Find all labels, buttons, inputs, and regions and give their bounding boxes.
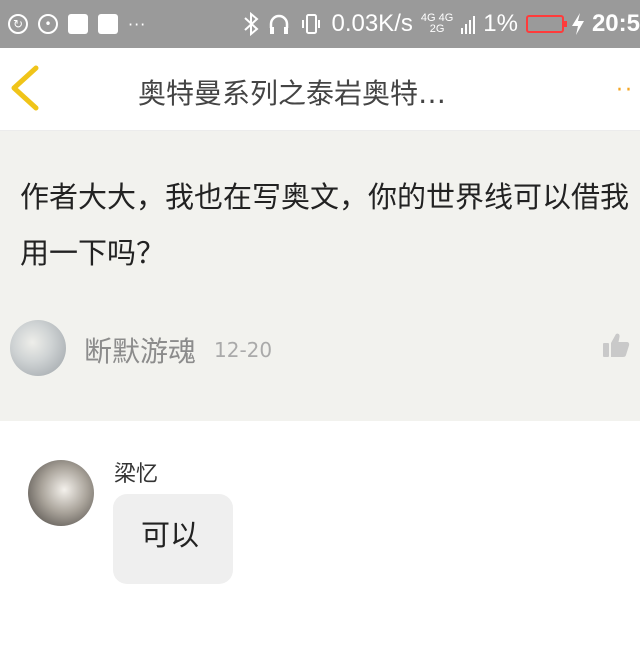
sync-icon: ↻ xyxy=(8,14,28,34)
signal-icon xyxy=(461,16,476,34)
clock: 20:5 xyxy=(591,10,640,37)
app-icon xyxy=(98,14,118,34)
status-bar: ↻ • ··· 0.03K/s 4G 4G 2G 1% 20:5 xyxy=(0,0,640,48)
comment-card: 作者大大，我也在写奥文，你的世界线可以借我用一下吗？ 断默游魂 12-20 xyxy=(0,131,640,421)
comment-author-name[interactable]: 断默游魂 xyxy=(84,330,196,370)
page-title: 奥特曼系列之泰岩奥特… xyxy=(138,77,447,110)
battery-percent: 1% xyxy=(483,10,518,37)
network-type: 4G 4G 2G xyxy=(421,13,453,35)
app-header: 奥特曼系列之泰岩奥特… ·· xyxy=(0,48,640,131)
like-button[interactable] xyxy=(602,331,630,359)
battery-icon xyxy=(525,15,567,33)
status-bar-system: 0.03K/s 4G 4G 2G 1% 20:5 xyxy=(243,0,640,48)
network-speed: 0.03K/s xyxy=(331,10,413,37)
chat-icon: • xyxy=(38,14,58,34)
comment-date: 12-20 xyxy=(214,338,273,362)
bluetooth-icon xyxy=(244,12,259,36)
more-notifications-icon: ··· xyxy=(128,14,147,34)
reply-author-avatar[interactable] xyxy=(28,460,94,526)
headphones-icon xyxy=(270,14,289,34)
reply-author-name[interactable]: 梁忆 xyxy=(114,456,158,488)
vibrate-icon xyxy=(302,14,321,34)
comment-author-avatar[interactable] xyxy=(10,320,66,376)
app-icon xyxy=(68,14,88,34)
charging-icon xyxy=(571,13,584,35)
status-bar-notifications: ↻ • ··· xyxy=(0,14,146,34)
more-options-button[interactable]: ·· xyxy=(616,78,634,103)
comment-text: 作者大大，我也在写奥文，你的世界线可以借我用一下吗？ xyxy=(20,180,630,270)
network-type-bottom: 2G xyxy=(429,23,445,35)
reply-message-bubble: 可以 xyxy=(113,494,233,584)
back-button[interactable] xyxy=(6,64,46,112)
